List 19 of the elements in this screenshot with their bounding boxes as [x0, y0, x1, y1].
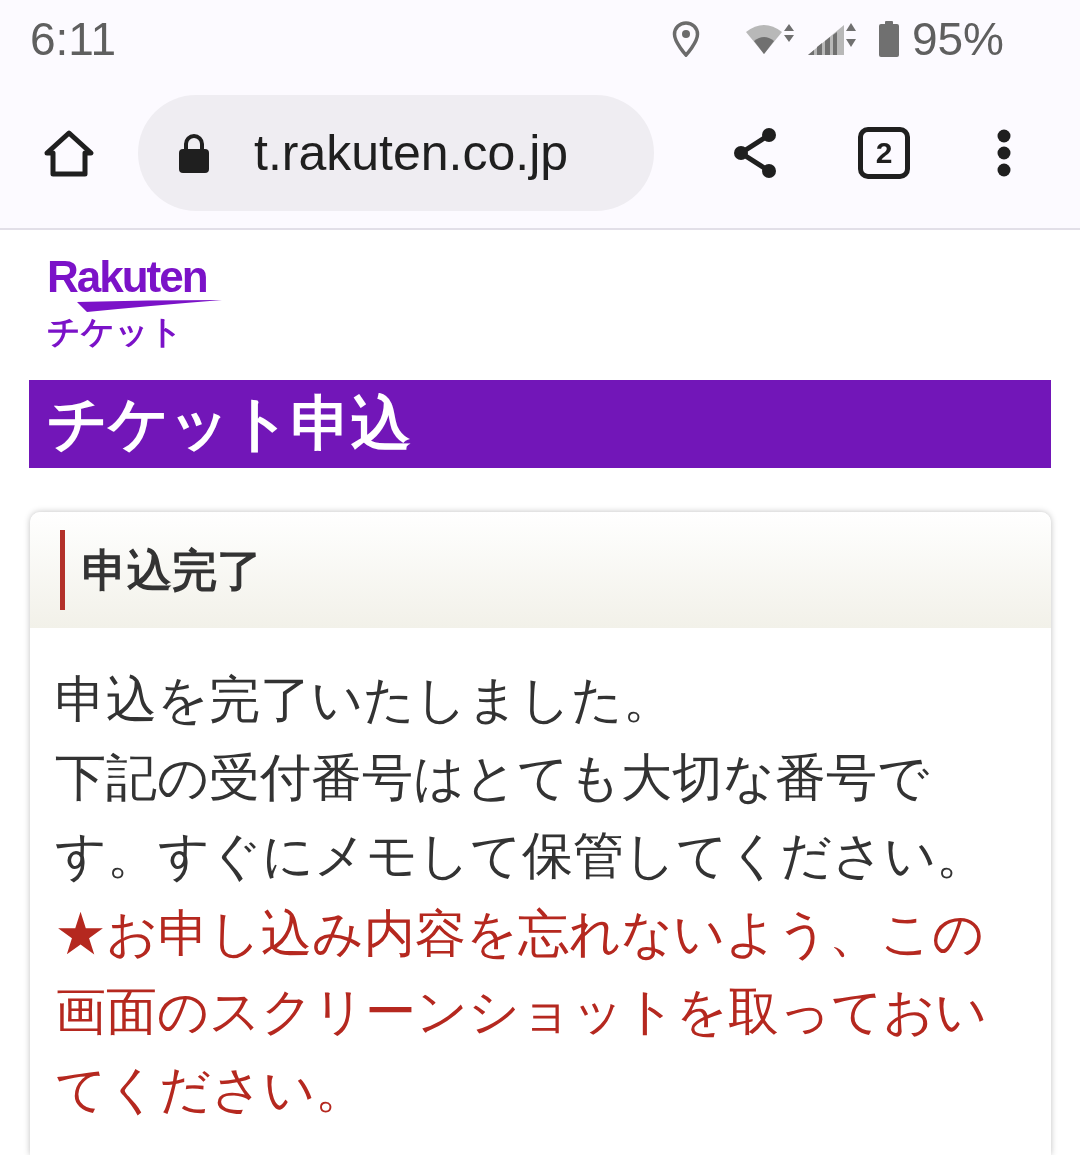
- menu-icon: [997, 129, 1011, 177]
- logo-subtitle: チケット: [47, 312, 183, 352]
- card-heading: 申込完了: [82, 547, 262, 593]
- battery-icon: [877, 21, 900, 57]
- page-title: チケット申込: [47, 394, 411, 454]
- home-icon: [43, 129, 95, 177]
- url-text: t.rakuten.co.jp: [254, 128, 569, 178]
- logo-wordmark: Rakuten: [47, 254, 207, 300]
- wifi-icon: [743, 22, 796, 56]
- lock-icon: [178, 133, 210, 173]
- location-pin-icon: [671, 21, 700, 57]
- battery-percentage: 95%: [911, 16, 1004, 62]
- status-time: 6:11: [30, 16, 117, 62]
- message-text: 申込を完了いたしました。: [55, 670, 675, 730]
- message-text: 下記の受付番号はとても大切な番号です。すぐにメモして保管してください。: [55, 748, 988, 886]
- share-icon: [731, 127, 779, 179]
- tab-switcher-button[interactable]: 2: [858, 127, 910, 179]
- warning-text: ★お申し込み内容を忘れないよう、この画面のスクリーンショットを取っておいてください。: [55, 904, 988, 1120]
- address-bar[interactable]: t.rakuten.co.jp: [138, 95, 654, 211]
